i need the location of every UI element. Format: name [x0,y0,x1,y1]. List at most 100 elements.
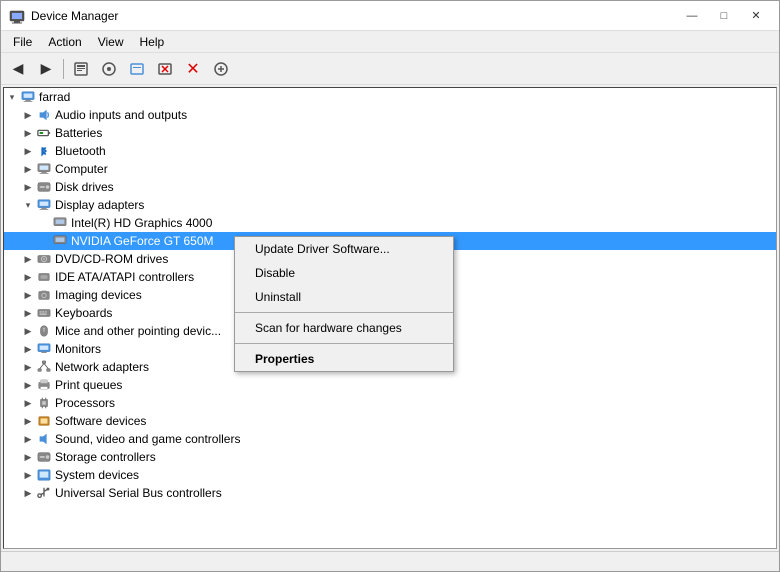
minimize-button[interactable]: — [677,4,707,28]
mice-icon [36,323,52,339]
device-tree[interactable]: ▾ farrad ▶ Audio inputs and outputs ▶ [3,87,777,549]
monitors-expander[interactable]: ▶ [20,341,36,357]
sound-expander[interactable]: ▶ [20,431,36,447]
tree-processors[interactable]: ▶ Processors [4,394,776,412]
toolbar-forward[interactable]: ▶ [33,57,59,81]
tree-software[interactable]: ▶ Software devices [4,412,776,430]
nvidia-label: NVIDIA GeForce GT 650M [71,234,214,248]
bluetooth-expander[interactable]: ▶ [20,143,36,159]
displayadapters-label: Display adapters [55,198,144,212]
tree-bluetooth[interactable]: ▶ Bluetooth [4,142,776,160]
menu-help[interactable]: Help [132,33,173,51]
context-properties[interactable]: Properties [235,347,453,371]
toolbar-scan[interactable] [96,57,122,81]
batteries-label: Batteries [55,126,102,140]
keyboards-icon [36,305,52,321]
tree-batteries[interactable]: ▶ Batteries [4,124,776,142]
software-icon [36,413,52,429]
close-button[interactable]: ✕ [741,4,771,28]
printqueues-expander[interactable]: ▶ [20,377,36,393]
tree-intelhd[interactable]: ▶ Intel(R) HD Graphics 4000 [4,214,776,232]
usb-label: Universal Serial Bus controllers [55,486,222,500]
batteries-expander[interactable]: ▶ [20,125,36,141]
toolbar-add[interactable] [208,57,234,81]
diskdrives-label: Disk drives [55,180,114,194]
title-bar: Device Manager — □ ✕ [1,1,779,31]
app-icon [9,8,25,24]
mice-expander[interactable]: ▶ [20,323,36,339]
displayadapters-icon [36,197,52,213]
tree-printqueues[interactable]: ▶ Print queues [4,376,776,394]
ide-label: IDE ATA/ATAPI controllers [55,270,194,284]
menu-action[interactable]: Action [40,33,89,51]
software-label: Software devices [55,414,146,428]
sound-icon [36,431,52,447]
printqueues-icon [36,377,52,393]
usb-expander[interactable]: ▶ [20,485,36,501]
tree-systemdevices[interactable]: ▶ System devices [4,466,776,484]
audio-icon [36,107,52,123]
toolbar-uninstall[interactable] [152,57,178,81]
dvd-label: DVD/CD-ROM drives [55,252,168,266]
monitors-icon [36,341,52,357]
maximize-button[interactable]: □ [709,4,739,28]
context-scan[interactable]: Scan for hardware changes [235,316,453,340]
computer-icon2 [36,161,52,177]
storage-expander[interactable]: ▶ [20,449,36,465]
printqueues-label: Print queues [55,378,122,392]
keyboards-label: Keyboards [55,306,112,320]
diskdrives-expander[interactable]: ▶ [20,179,36,195]
context-menu: Update Driver Software... Disable Uninst… [234,236,454,372]
computer-icon [20,89,36,105]
window-controls: — □ ✕ [677,4,771,28]
imaging-expander[interactable]: ▶ [20,287,36,303]
processors-expander[interactable]: ▶ [20,395,36,411]
bluetooth-label: Bluetooth [55,144,106,158]
context-disable[interactable]: Disable [235,261,453,285]
context-uninstall[interactable]: Uninstall [235,285,453,309]
tree-computer[interactable]: ▶ Computer [4,160,776,178]
context-sep-1 [235,312,453,313]
toolbar-delete[interactable]: ✕ [180,57,206,81]
systemdevices-icon [36,467,52,483]
menu-file[interactable]: File [5,33,40,51]
toolbar-back[interactable]: ◀ [5,57,31,81]
software-expander[interactable]: ▶ [20,413,36,429]
root-expander[interactable]: ▾ [4,89,20,105]
keyboards-expander[interactable]: ▶ [20,305,36,321]
tree-displayadapters[interactable]: ▾ Display adapters [4,196,776,214]
intelhd-icon [52,215,68,231]
storage-label: Storage controllers [55,450,156,464]
audio-expander[interactable]: ▶ [20,107,36,123]
bluetooth-icon [36,143,52,159]
tree-diskdrives[interactable]: ▶ Disk drives [4,178,776,196]
context-update[interactable]: Update Driver Software... [235,237,453,261]
context-sep-2 [235,343,453,344]
imaging-label: Imaging devices [55,288,142,302]
dvd-expander[interactable]: ▶ [20,251,36,267]
ide-expander[interactable]: ▶ [20,269,36,285]
storage-icon [36,449,52,465]
tree-usb[interactable]: ▶ Universal Serial Bus controllers [4,484,776,502]
audio-label: Audio inputs and outputs [55,108,187,122]
nvidia-icon [52,233,68,249]
tree-sound[interactable]: ▶ Sound, video and game controllers [4,430,776,448]
tree-root[interactable]: ▾ farrad [4,88,776,106]
systemdevices-expander[interactable]: ▶ [20,467,36,483]
imaging-icon [36,287,52,303]
toolbar-properties[interactable] [68,57,94,81]
network-expander[interactable]: ▶ [20,359,36,375]
sound-label: Sound, video and game controllers [55,432,240,446]
content-area: ▾ farrad ▶ Audio inputs and outputs ▶ [1,85,779,551]
mice-label: Mice and other pointing devic... [55,324,221,338]
toolbar-sep-1 [63,59,64,79]
tree-storage[interactable]: ▶ Storage controllers [4,448,776,466]
systemdevices-label: System devices [55,468,139,482]
window-title: Device Manager [31,9,677,23]
toolbar-update[interactable] [124,57,150,81]
root-label: farrad [39,90,70,104]
computer-expander[interactable]: ▶ [20,161,36,177]
tree-audio[interactable]: ▶ Audio inputs and outputs [4,106,776,124]
displayadapters-expander[interactable]: ▾ [20,197,36,213]
menu-view[interactable]: View [90,33,132,51]
